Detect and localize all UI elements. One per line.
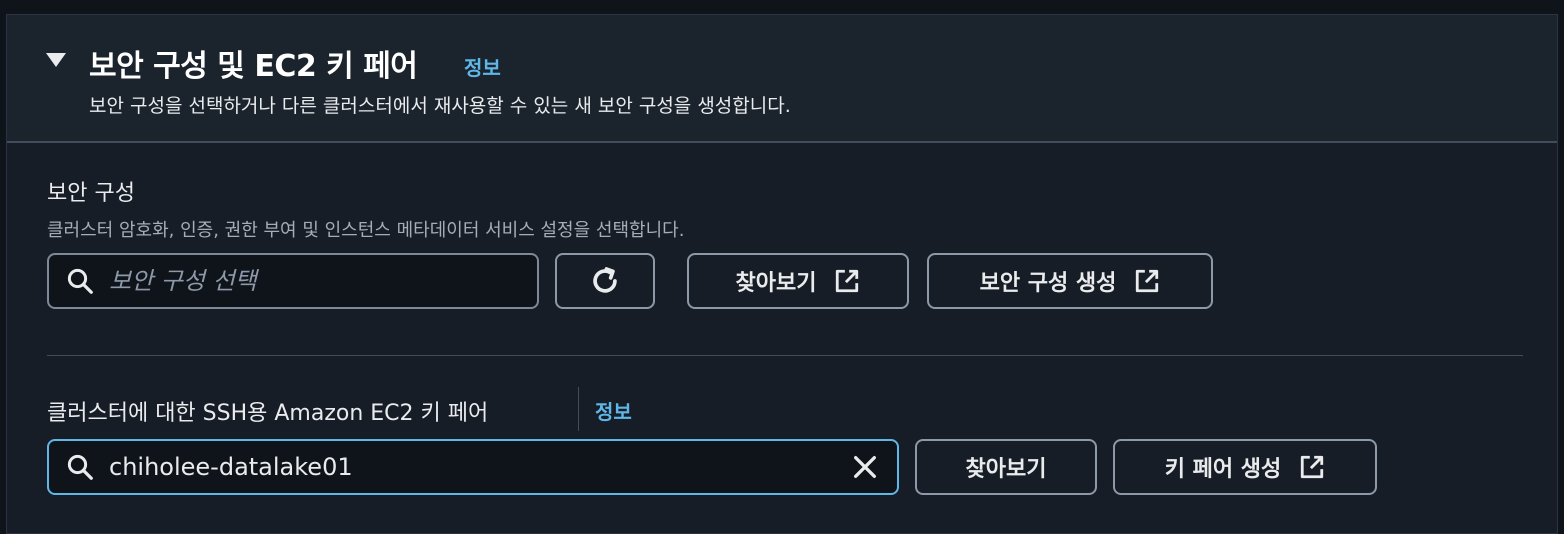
- key-pair-info-link[interactable]: 정보: [595, 396, 632, 425]
- create-key-pair-button[interactable]: 키 페어 생성: [1113, 439, 1377, 495]
- section-divider: [47, 355, 1523, 356]
- close-icon[interactable]: [851, 453, 879, 481]
- caret-down-icon[interactable]: [46, 53, 66, 67]
- external-link-icon: [1301, 455, 1324, 479]
- external-link-icon: [1136, 269, 1159, 293]
- security-config-label: 보안 구성: [47, 181, 135, 206]
- section-title: 보안 구성 및 EC2 키 페어: [89, 49, 418, 84]
- security-config-browse-button[interactable]: 찾아보기: [687, 253, 909, 309]
- security-config-description: 클러스터 암호화, 인증, 권한 부여 및 인스턴스 메타데이터 서비스 설정을…: [47, 220, 685, 241]
- search-icon: [67, 268, 93, 294]
- create-security-config-label: 보안 구성 생성: [979, 271, 1117, 296]
- key-pair-search-input[interactable]: [109, 453, 851, 481]
- section-description: 보안 구성을 선택하거나 다른 클러스터에서 재사용할 수 있는 새 보안 구성…: [89, 95, 791, 117]
- security-keypair-panel: 보안 구성 및 EC2 키 페어 정보 보안 구성을 선택하거나 다른 클러스터…: [6, 14, 1558, 534]
- section-header: 보안 구성 및 EC2 키 페어 정보 보안 구성을 선택하거나 다른 클러스터…: [7, 15, 1557, 143]
- key-pair-search[interactable]: [47, 439, 899, 495]
- security-config-search[interactable]: [47, 253, 539, 309]
- browse-label: 찾아보기: [735, 271, 817, 296]
- key-pair-browse-label: 찾아보기: [965, 457, 1047, 482]
- label-separator: [578, 387, 579, 431]
- security-config-search-input[interactable]: [109, 267, 537, 295]
- create-security-config-button[interactable]: 보안 구성 생성: [927, 253, 1213, 309]
- refresh-icon: [593, 267, 617, 293]
- key-pair-label: 클러스터에 대한 SSH용 Amazon EC2 키 페어: [47, 401, 489, 426]
- search-icon: [67, 454, 93, 480]
- external-link-icon: [836, 269, 859, 293]
- create-key-pair-label: 키 페어 생성: [1164, 457, 1282, 482]
- section-info-link[interactable]: 정보: [464, 52, 501, 81]
- refresh-button[interactable]: [555, 253, 655, 309]
- key-pair-browse-button[interactable]: 찾아보기: [915, 439, 1097, 495]
